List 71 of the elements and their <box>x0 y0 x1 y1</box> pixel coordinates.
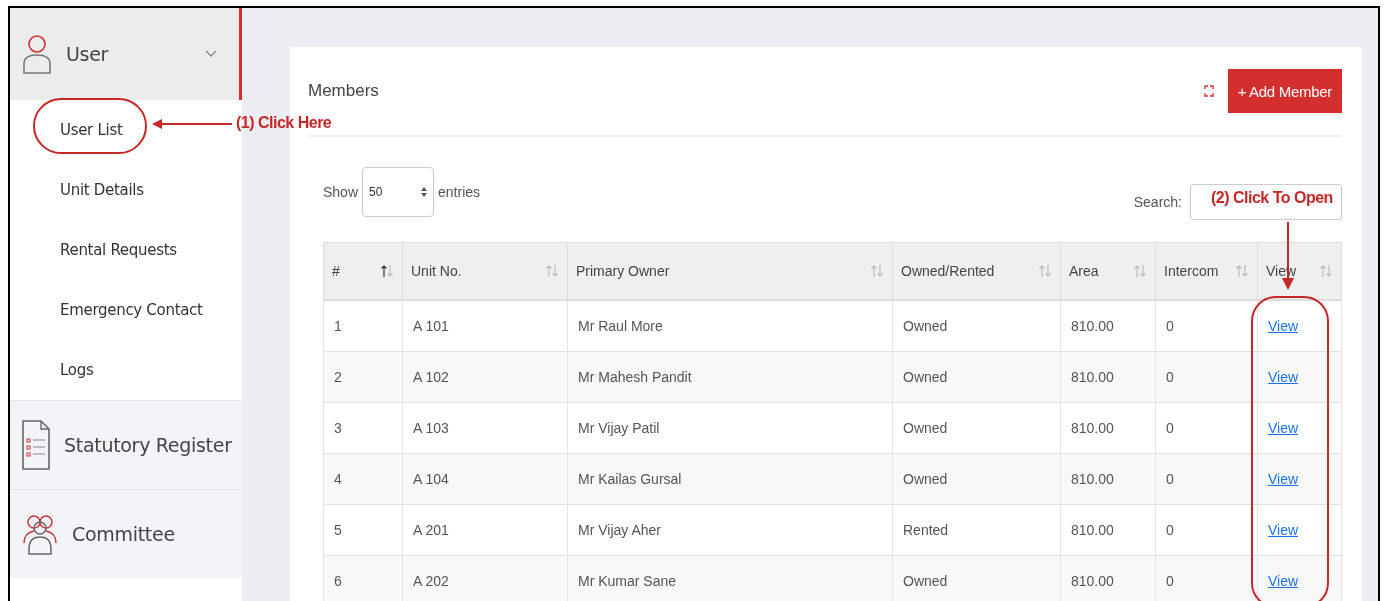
table-cell: Mr Mahesh Pandit <box>567 351 893 403</box>
table-cell: Rented <box>892 504 1061 556</box>
table-cell: 810.00 <box>1060 504 1156 556</box>
document-icon <box>22 420 50 470</box>
table-cell: 0 <box>1155 300 1258 352</box>
group-icon <box>22 513 58 555</box>
view-link[interactable]: View <box>1268 471 1299 487</box>
sidebar-subitem[interactable]: Emergency Contact <box>10 280 242 340</box>
chevron-icon <box>205 50 217 58</box>
fullscreen-icon[interactable] <box>1203 85 1214 97</box>
sidebar-item[interactable]: Committee <box>10 489 242 578</box>
table-cell: 0 <box>1155 351 1258 403</box>
search-field[interactable] <box>1190 184 1342 220</box>
table-cell: 0 <box>1155 504 1258 556</box>
annotation-text: (2) Click To Open <box>1211 189 1333 207</box>
table-cell: 0 <box>1155 453 1258 505</box>
table-cell: A 101 <box>402 300 568 352</box>
user-icon <box>22 34 52 74</box>
table-cell: Mr Kumar Sane <box>567 555 893 601</box>
spinner-icon <box>421 187 428 197</box>
column-header[interactable]: Unit No. <box>402 242 568 300</box>
sidebar-subitem[interactable]: Unit Details <box>10 160 242 220</box>
show-label: Show <box>323 184 359 200</box>
table-cell: Mr Vijay Patil <box>567 402 893 454</box>
sort-icon[interactable] <box>380 264 394 278</box>
table-cell: 5 <box>323 504 403 556</box>
table-cell: 810.00 <box>1060 555 1156 601</box>
table-cell: Mr Vijay Aher <box>567 504 893 556</box>
table-cell: Owned <box>892 453 1061 505</box>
column-header[interactable]: Intercom <box>1155 242 1258 300</box>
table-cell: 810.00 <box>1060 453 1156 505</box>
table-cell: 0 <box>1155 555 1258 601</box>
add-member-button[interactable]: + Add Member <box>1227 69 1342 113</box>
entries-label: entries <box>438 184 481 200</box>
view-link[interactable]: View <box>1268 318 1299 334</box>
search-label: Search: <box>1133 194 1182 210</box>
card-title: Members <box>308 81 380 101</box>
table-cell: Owned <box>892 300 1061 352</box>
table-cell: A 103 <box>402 402 568 454</box>
table-cell: A 201 <box>402 504 568 556</box>
annotation-text: (1) Click Here <box>236 114 332 132</box>
table-cell: Owned <box>892 555 1061 601</box>
sidebar-item[interactable]: User <box>10 8 242 100</box>
entries-select[interactable]: 50 <box>362 167 435 217</box>
column-header[interactable]: # <box>323 242 403 300</box>
sidebar-subitem[interactable]: Rental Requests <box>10 220 242 280</box>
table-cell: Mr Kailas Gursal <box>567 453 893 505</box>
table-cell: A 102 <box>402 351 568 403</box>
table-cell: 4 <box>323 453 403 505</box>
view-link[interactable]: View <box>1268 369 1299 385</box>
column-header[interactable]: Area <box>1060 242 1156 300</box>
table-cell: Owned <box>892 402 1061 454</box>
table-cell: 2 <box>323 351 403 403</box>
table-cell: A 104 <box>402 453 568 505</box>
column-header[interactable]: Primary Owner <box>567 242 893 300</box>
table-cell: 3 <box>323 402 403 454</box>
table-cell: 810.00 <box>1060 300 1156 352</box>
sidebar-subitem[interactable]: Logs <box>10 340 242 400</box>
table-cell: Mr Raul More <box>567 300 893 352</box>
table-cell: Owned <box>892 351 1061 403</box>
table-cell: A 202 <box>402 555 568 601</box>
sidebar-item[interactable]: Statutory Register <box>10 400 242 489</box>
table-cell: 0 <box>1155 402 1258 454</box>
column-header[interactable]: Owned/Rented <box>892 242 1061 300</box>
table-cell: 6 <box>323 555 403 601</box>
table-cell: 810.00 <box>1060 402 1156 454</box>
view-link[interactable]: View <box>1268 420 1299 436</box>
table-cell: 810.00 <box>1060 351 1156 403</box>
view-link[interactable]: View <box>1268 573 1299 589</box>
view-link[interactable]: View <box>1268 522 1299 538</box>
table-cell: 1 <box>323 300 403 352</box>
